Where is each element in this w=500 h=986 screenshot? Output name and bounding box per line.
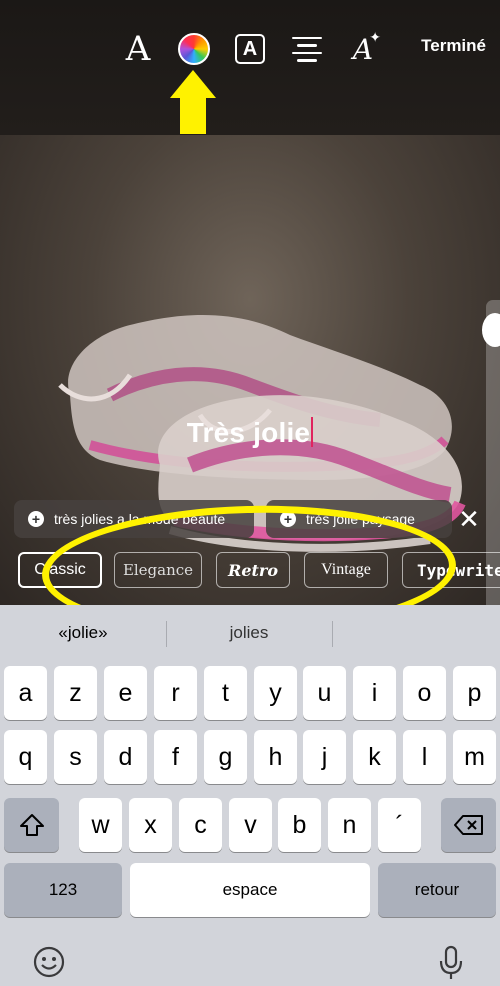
space-key[interactable]: espace	[130, 863, 370, 917]
done-button[interactable]: Terminé	[421, 36, 486, 56]
text-effects-icon[interactable]: A ✦	[345, 28, 381, 70]
key-l[interactable]: l	[403, 730, 446, 784]
key-f[interactable]: f	[154, 730, 197, 784]
annotation-arrow-head	[170, 70, 216, 98]
delete-icon[interactable]	[441, 798, 496, 852]
key-j[interactable]: j	[303, 730, 346, 784]
close-icon[interactable]: ✕	[452, 502, 486, 536]
key-k[interactable]: k	[353, 730, 396, 784]
key-y[interactable]: y	[254, 666, 297, 720]
color-wheel-icon[interactable]	[176, 28, 212, 70]
text-background-glyph: A	[235, 34, 265, 64]
key-q[interactable]: q	[4, 730, 47, 784]
editor-toolbar: A A A ✦ Terminé	[0, 0, 500, 135]
prediction-1[interactable]: «jolie»	[0, 623, 166, 643]
prediction-divider	[332, 621, 333, 647]
sparkle-icon: ✦	[369, 30, 381, 46]
key-v[interactable]: v	[229, 798, 272, 852]
key-m[interactable]: m	[453, 730, 496, 784]
caption-text-field[interactable]: Très jolie	[0, 417, 500, 449]
emoji-icon[interactable]	[32, 945, 66, 984]
key-n[interactable]: n	[328, 798, 371, 852]
predictive-bar: «jolie» jolies	[0, 605, 500, 661]
key-p[interactable]: p	[453, 666, 496, 720]
text-background-icon[interactable]: A	[234, 28, 266, 70]
key-t[interactable]: t	[204, 666, 247, 720]
color-wheel-swatch	[178, 33, 210, 65]
numbers-key[interactable]: 123	[4, 863, 122, 917]
key-accent[interactable]: ´	[378, 798, 421, 852]
key-r[interactable]: r	[154, 666, 197, 720]
key-c[interactable]: c	[179, 798, 222, 852]
key-z[interactable]: z	[54, 666, 97, 720]
key-e[interactable]: e	[104, 666, 147, 720]
text-cursor	[311, 417, 314, 447]
key-u[interactable]: u	[303, 666, 346, 720]
key-h[interactable]: h	[254, 730, 297, 784]
microphone-icon[interactable]	[438, 945, 464, 986]
key-i[interactable]: i	[353, 666, 396, 720]
add-icon: +	[28, 511, 44, 527]
keyboard: «jolie» jolies a z e r t y u i o p q s d…	[0, 605, 500, 986]
font-icon[interactable]: A	[117, 28, 159, 70]
return-key[interactable]: retour	[378, 863, 496, 917]
key-x[interactable]: x	[129, 798, 172, 852]
key-a[interactable]: a	[4, 666, 47, 720]
annotation-arrow	[180, 96, 206, 134]
shift-icon[interactable]	[4, 798, 59, 852]
key-b[interactable]: b	[278, 798, 321, 852]
key-s[interactable]: s	[54, 730, 97, 784]
prediction-2[interactable]: jolies	[166, 623, 332, 643]
align-center-icon[interactable]	[292, 28, 322, 70]
key-d[interactable]: d	[104, 730, 147, 784]
key-o[interactable]: o	[403, 666, 446, 720]
key-g[interactable]: g	[204, 730, 247, 784]
key-w[interactable]: w	[79, 798, 122, 852]
